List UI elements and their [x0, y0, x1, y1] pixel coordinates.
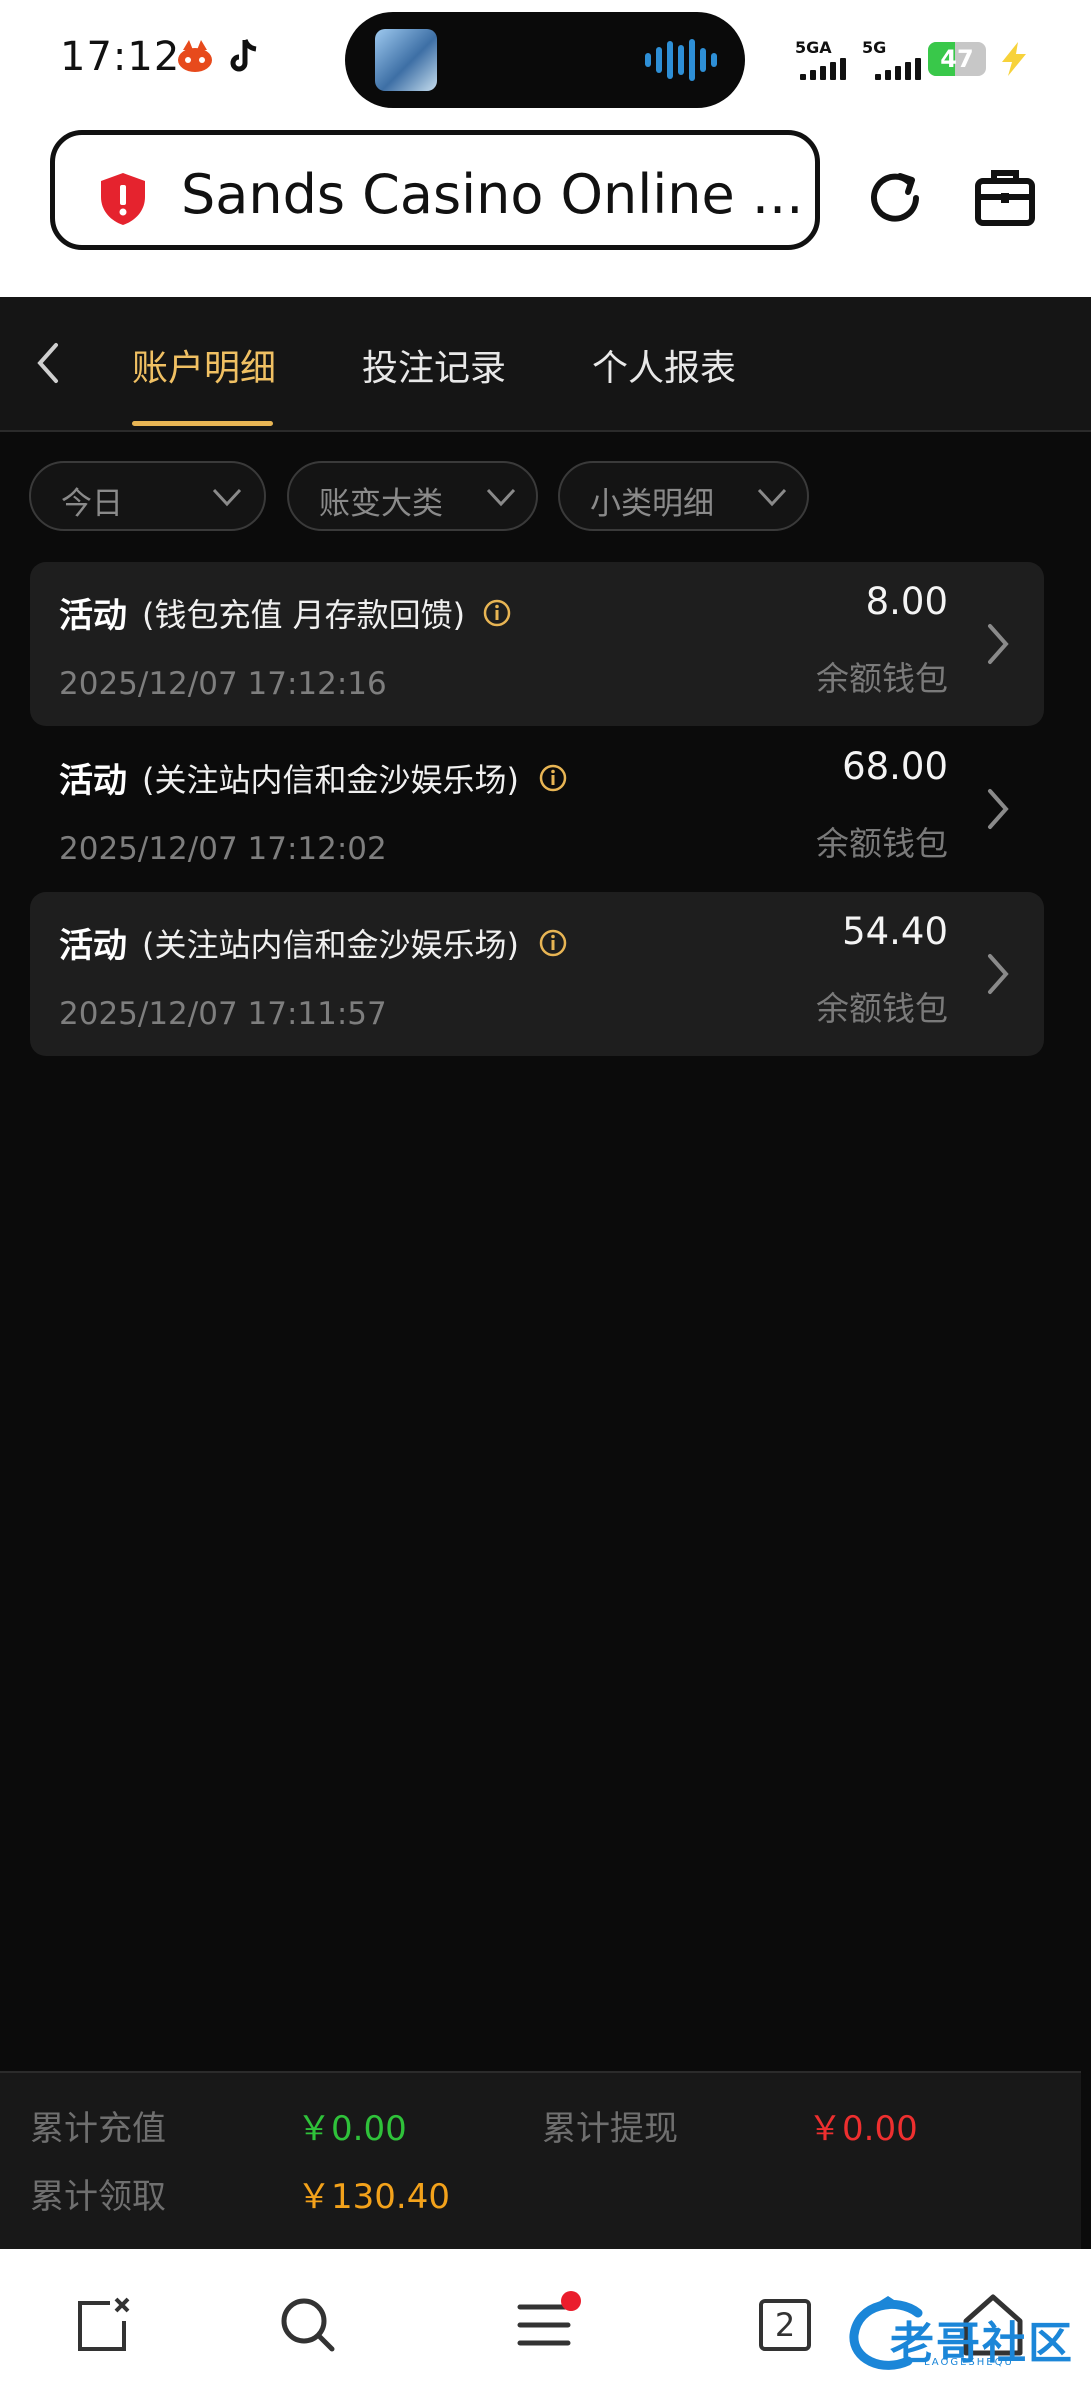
tab-personal-report[interactable]: 个人报表 [592, 339, 736, 391]
chevron-down-icon [212, 488, 242, 507]
dynamic-island [345, 12, 745, 108]
chevron-down-icon [486, 488, 516, 507]
status-time: 17:12 [60, 34, 181, 80]
active-tab-indicator [132, 421, 273, 426]
network-label-2: 5G [862, 38, 887, 57]
record-row[interactable]: 活动 (关注站内信和金沙娱乐场) 2025/12/07 17:12:02 68.… [30, 727, 1044, 891]
battery-level: 47 [940, 45, 974, 73]
record-row[interactable]: 活动 (钱包充值 月存款回馈) 2025/12/07 17:12:16 8.00… [30, 562, 1044, 726]
app-notification-icon [178, 40, 212, 72]
claimed-total-value: ￥130.40 [297, 2177, 450, 2217]
signal-icon-2 [875, 58, 921, 80]
search-icon[interactable] [278, 2295, 338, 2355]
chevron-down-icon [757, 488, 787, 507]
withdraw-total-value: ￥0.00 [808, 2109, 918, 2149]
record-row[interactable]: 活动 (关注站内信和金沙娱乐场) 2025/12/07 17:11:57 54.… [30, 892, 1044, 1056]
status-bar: 17:12 5GA 5G 47 [0, 0, 1091, 125]
toolbox-icon[interactable] [970, 163, 1040, 233]
app-header: 账户明细 投注记录 个人报表 [0, 297, 1091, 432]
tiktok-icon [230, 39, 257, 72]
totals-summary: 累计充值 ￥0.00 累计提现 ￥0.00 累计领取 ￥130.40 [0, 2071, 1081, 2251]
tab-account-details[interactable]: 账户明细 [132, 339, 276, 391]
record-description: (关注站内信和金沙娱乐场) [142, 761, 519, 799]
record-description: (关注站内信和金沙娱乐场) [142, 926, 519, 964]
filter-date[interactable]: 今日 [29, 461, 266, 531]
filter-date-label: 今日 [61, 486, 123, 522]
network-label: 5GA [795, 38, 832, 57]
record-amount: 8.00 [865, 580, 948, 623]
charging-icon [1002, 42, 1026, 76]
audio-wave-icon [645, 38, 717, 82]
record-wallet: 余额钱包 [816, 659, 948, 698]
browser-bottom-nav: 2 老哥社区 LAOGESHEQU [0, 2249, 1091, 2400]
filter-category-label: 账变大类 [319, 486, 443, 522]
record-wallet: 余额钱包 [816, 824, 948, 863]
signal-icon [800, 58, 846, 80]
claimed-total-label: 累计领取 [30, 2177, 166, 2217]
back-arrow-icon[interactable] [30, 339, 66, 387]
notification-dot [561, 2291, 581, 2311]
reload-icon[interactable] [860, 163, 930, 233]
filter-subcategory[interactable]: 小类明细 [558, 461, 809, 531]
watermark-logo: 老哥社区 LAOGESHEQU [848, 2295, 1078, 2375]
record-type: 活动 [59, 926, 127, 966]
record-time: 2025/12/07 17:12:02 [59, 831, 387, 867]
browser-toolbar: Sands Casino Online ... [0, 125, 1091, 297]
filter-category[interactable]: 账变大类 [287, 461, 538, 531]
info-icon[interactable] [482, 598, 512, 628]
info-icon[interactable] [538, 763, 568, 793]
chevron-right-icon [988, 954, 1009, 994]
chevron-right-icon [988, 624, 1009, 664]
record-amount: 54.40 [842, 910, 948, 953]
chevron-right-icon [988, 789, 1009, 829]
info-icon[interactable] [538, 928, 568, 958]
deposit-total-label: 累计充值 [30, 2109, 166, 2149]
record-type: 活动 [59, 596, 127, 636]
record-amount: 68.00 [842, 745, 948, 788]
tabs-icon[interactable]: 2 [759, 2299, 811, 2351]
record-time: 2025/12/07 17:11:57 [59, 996, 387, 1032]
url-text[interactable]: Sands Casino Online ... [181, 163, 803, 226]
media-thumbnail [375, 29, 437, 91]
deposit-total-value: ￥0.00 [297, 2109, 407, 2149]
battery-icon: 47 [928, 42, 986, 76]
record-time: 2025/12/07 17:12:16 [59, 666, 387, 702]
watermark-subtext: LAOGESHEQU [924, 2357, 1014, 2368]
withdraw-total-label: 累计提现 [542, 2109, 678, 2149]
security-shield-icon[interactable] [97, 171, 149, 227]
filter-subcategory-label: 小类明细 [590, 486, 714, 522]
record-type: 活动 [59, 761, 127, 801]
record-wallet: 余额钱包 [816, 989, 948, 1028]
tab-bet-records[interactable]: 投注记录 [362, 339, 506, 391]
address-bar[interactable]: Sands Casino Online ... [50, 130, 820, 250]
record-description: (钱包充值 月存款回馈) [142, 596, 466, 634]
close-tab-icon[interactable] [76, 2295, 132, 2355]
